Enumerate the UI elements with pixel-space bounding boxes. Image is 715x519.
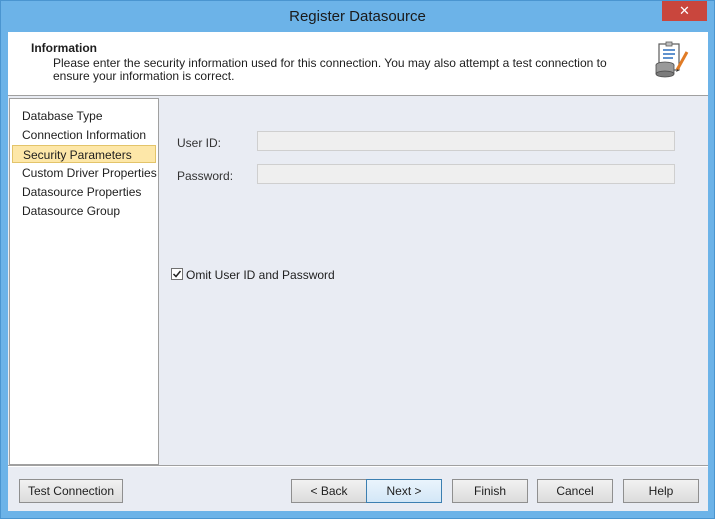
- cancel-button[interactable]: Cancel: [537, 479, 613, 503]
- nav-item-datasource-group[interactable]: Datasource Group: [12, 202, 156, 220]
- info-description: Please enter the security information us…: [53, 56, 607, 83]
- help-button[interactable]: Help: [623, 479, 699, 503]
- test-connection-button[interactable]: Test Connection: [19, 479, 123, 503]
- window-title: Register Datasource: [289, 8, 426, 25]
- close-icon: ✕: [679, 3, 690, 18]
- omit-credentials-checkbox[interactable]: [171, 268, 183, 280]
- bottom-separator: [8, 465, 708, 467]
- info-title: Information: [31, 41, 97, 55]
- nav-item-connection-information[interactable]: Connection Information: [12, 126, 156, 144]
- datasource-register-icon: [655, 41, 689, 78]
- password-label: Password:: [177, 169, 234, 183]
- nav-item-custom-driver-properties[interactable]: Custom Driver Properties: [12, 164, 157, 182]
- close-button[interactable]: ✕: [662, 1, 707, 21]
- wizard-steps-list: Database Type Connection Information Sec…: [9, 98, 159, 465]
- finish-button[interactable]: Finish: [452, 479, 528, 503]
- nav-item-security-parameters[interactable]: Security Parameters: [12, 145, 156, 163]
- register-datasource-window: Register Datasource ✕ Information Please…: [0, 0, 715, 519]
- next-button[interactable]: Next >: [366, 479, 442, 503]
- user-id-label: User ID:: [177, 136, 222, 150]
- password-input[interactable]: [257, 164, 675, 184]
- user-id-input[interactable]: [257, 131, 675, 151]
- nav-item-datasource-properties[interactable]: Datasource Properties: [12, 183, 156, 201]
- omit-credentials-label[interactable]: Omit User ID and Password: [186, 268, 335, 282]
- dialog-client-area: Information Please enter the security in…: [8, 32, 708, 511]
- checkmark-icon: [172, 270, 182, 278]
- info-header: Information Please enter the security in…: [8, 32, 708, 96]
- back-button[interactable]: < Back: [291, 479, 367, 503]
- nav-item-database-type[interactable]: Database Type: [12, 107, 156, 125]
- title-bar[interactable]: Register Datasource ✕: [1, 1, 714, 31]
